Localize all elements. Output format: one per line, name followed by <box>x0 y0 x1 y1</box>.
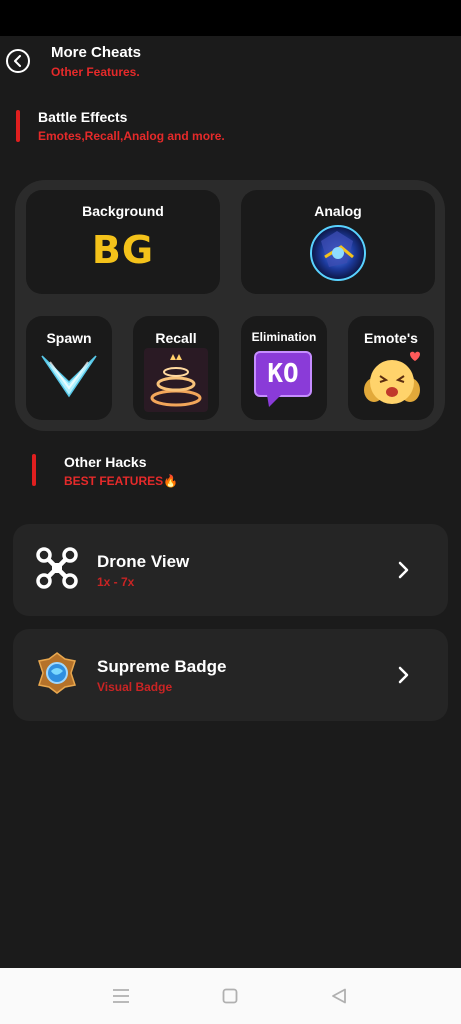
card-subtitle: Visual Badge <box>97 680 173 694</box>
home-icon[interactable] <box>222 988 238 1004</box>
tile-label: Background <box>82 203 164 219</box>
tile-elimination[interactable]: Elimination KO <box>241 316 327 420</box>
tile-background[interactable]: Background BG <box>26 190 220 294</box>
section-subtitle: BEST FEATURES🔥 <box>64 474 179 488</box>
tile-recall[interactable]: Recall <box>133 316 219 420</box>
chevron-right-icon <box>398 561 409 579</box>
section-accent-bar <box>16 110 20 142</box>
menu-icon[interactable] <box>112 988 130 1004</box>
page-subtitle: Other Features. <box>51 65 140 79</box>
back-button[interactable] <box>6 49 30 73</box>
recall-effect-icon <box>144 348 208 412</box>
chevron-left-icon <box>14 55 21 67</box>
page-title: More Cheats <box>51 44 142 61</box>
tile-label: Recall <box>155 330 197 346</box>
card-title: Drone View <box>97 552 190 571</box>
section-accent-bar <box>32 454 36 486</box>
card-subtitle: 1x - 7x <box>97 575 135 589</box>
tile-label: Emote's <box>364 330 418 346</box>
section-title: Battle Effects <box>38 109 128 125</box>
status-bar <box>0 0 461 36</box>
drone-icon <box>36 547 78 589</box>
spawn-chevron-icon <box>41 355 97 398</box>
tile-emotes[interactable]: Emote's <box>348 316 434 420</box>
tile-label: Elimination <box>251 330 317 344</box>
ko-badge-icon: KO <box>254 351 312 397</box>
chevron-right-icon <box>398 666 409 684</box>
supreme-badge-icon <box>38 652 76 694</box>
drone-view-card[interactable]: Drone View 1x - 7x <box>13 524 448 616</box>
header: More Cheats Other Features. <box>0 36 461 96</box>
system-nav-bar <box>0 968 461 1024</box>
back-nav-icon[interactable] <box>331 988 347 1004</box>
tile-label: Analog <box>314 203 362 219</box>
tile-label: Spawn <box>46 330 92 346</box>
emote-face-icon <box>364 351 420 404</box>
bg-logo-icon: BG <box>91 228 155 272</box>
section-title: Other Hacks <box>64 454 147 470</box>
card-title: Supreme Badge <box>97 657 227 676</box>
tile-spawn[interactable]: Spawn <box>26 316 112 420</box>
analog-joystick-icon <box>310 225 366 281</box>
tile-analog[interactable]: Analog <box>241 190 435 294</box>
supreme-badge-card[interactable]: Supreme Badge Visual Badge <box>13 629 448 721</box>
section-subtitle: Emotes,Recall,Analog and more. <box>38 129 225 143</box>
speech-tail-icon <box>267 395 281 407</box>
